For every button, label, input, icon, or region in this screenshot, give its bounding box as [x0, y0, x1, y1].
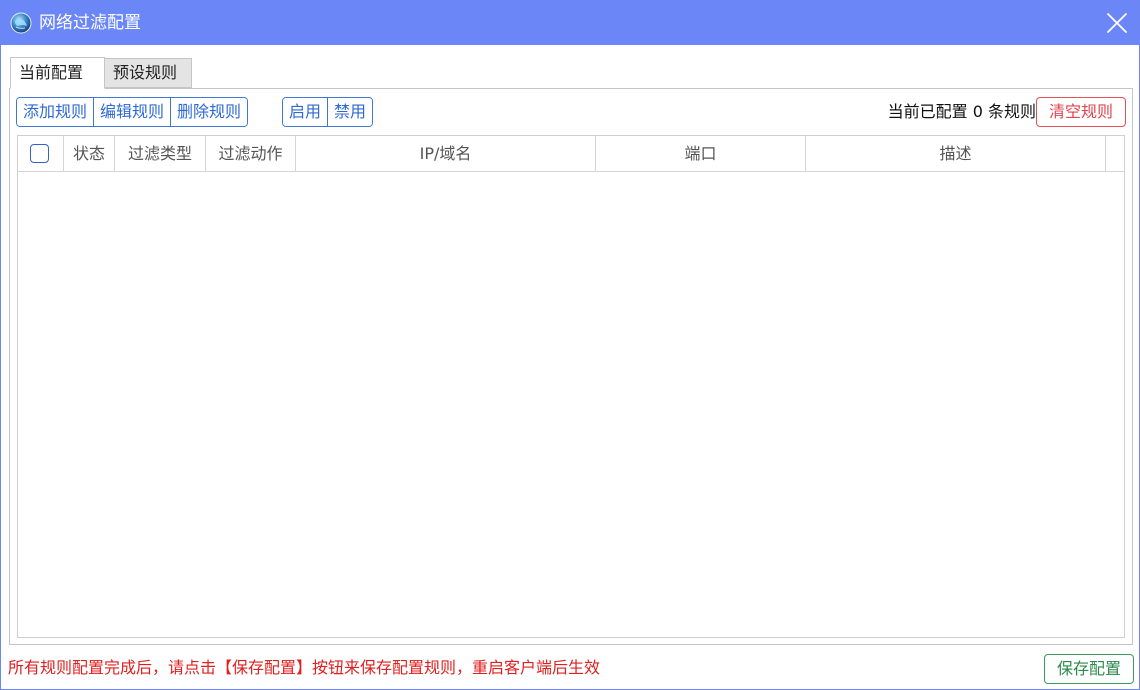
save-hint-text: 所有规则配置完成后，请点击【保存配置】按钮来保存配置规则，重启客户端后生效 — [8, 658, 601, 677]
column-header-filter-action[interactable]: 过滤动作 — [206, 136, 296, 171]
column-header-ip-domain[interactable]: IP/域名 — [296, 136, 596, 171]
header-select-all — [18, 136, 64, 171]
enable-disable-group: 启用 禁用 — [282, 97, 374, 127]
column-header-description[interactable]: 描述 — [806, 136, 1106, 171]
window-title: 网络过滤配置 — [39, 13, 141, 33]
table-header: 状态 过滤类型 过滤动作 IP/域名 端口 描述 — [18, 136, 1124, 172]
clear-rules-button[interactable]: 清空规则 — [1036, 97, 1126, 127]
column-header-filter-type[interactable]: 过滤类型 — [115, 136, 206, 171]
network-filter-window: 网络过滤配置 当前配置 预设规则 添加规则 编辑规则 删除规则 启用 禁用 当前… — [0, 0, 1140, 690]
rules-table: 状态 过滤类型 过滤动作 IP/域名 端口 描述 — [17, 135, 1125, 638]
tab-preset-rules[interactable]: 预设规则 — [104, 58, 192, 88]
column-header-port[interactable]: 端口 — [596, 136, 806, 171]
current-config-panel: 添加规则 编辑规则 删除规则 启用 禁用 当前已配置 0 条规则 清空规则 状态… — [9, 88, 1133, 645]
enable-button[interactable]: 启用 — [283, 98, 329, 126]
disable-button[interactable]: 禁用 — [328, 98, 373, 126]
save-config-button[interactable]: 保存配置 — [1044, 654, 1134, 684]
header-scroll-spacer — [1106, 136, 1124, 171]
close-icon[interactable] — [1105, 11, 1129, 35]
column-header-status[interactable]: 状态 — [64, 136, 115, 171]
globe-icon — [10, 12, 32, 34]
add-rule-button[interactable]: 添加规则 — [17, 98, 95, 126]
rule-count-text: 当前已配置 0 条规则 — [887, 102, 1036, 121]
select-all-checkbox[interactable] — [30, 144, 49, 163]
tab-current-config[interactable]: 当前配置 — [10, 57, 105, 89]
table-body — [18, 172, 1124, 637]
title-bar[interactable]: 网络过滤配置 — [1, 1, 1139, 45]
rule-actions-group: 添加规则 编辑规则 删除规则 — [16, 97, 249, 127]
edit-rule-button[interactable]: 编辑规则 — [94, 98, 172, 126]
delete-rule-button[interactable]: 删除规则 — [171, 98, 248, 126]
